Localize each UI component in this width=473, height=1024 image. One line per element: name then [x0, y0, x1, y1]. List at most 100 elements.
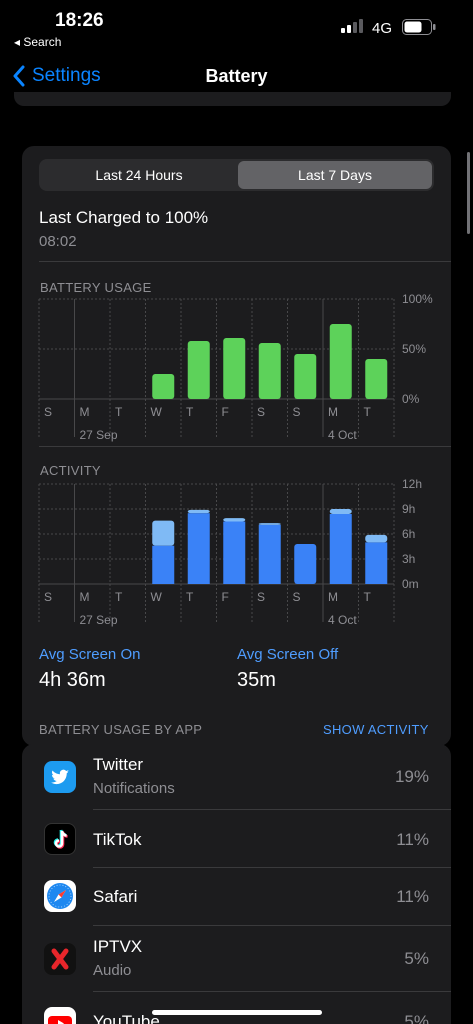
- app-percentage: 5%: [404, 949, 429, 968]
- x-tick-label: S: [44, 590, 52, 604]
- page-title: Battery: [205, 66, 268, 86]
- battery-icon: [402, 19, 436, 35]
- app-percentage: 11%: [396, 830, 429, 849]
- chart-bar: [329, 324, 352, 399]
- x-tick-label: T: [186, 405, 194, 419]
- chart-bar: [223, 518, 246, 522]
- status-time: 18:26: [55, 10, 104, 31]
- x-tick-label: M: [80, 405, 90, 419]
- x-tick-label: W: [151, 590, 163, 604]
- y-tick-label: 50%: [402, 342, 426, 356]
- app-row-youtube[interactable]: YouTube 5%: [22, 992, 451, 1024]
- chart-bar: [258, 523, 281, 525]
- y-tick-label: 100%: [402, 294, 433, 306]
- back-to-app-link[interactable]: ◂ Search: [14, 35, 61, 49]
- chart-bar: [329, 514, 352, 584]
- chart-bar: [258, 524, 281, 584]
- chart-bar: [187, 341, 210, 399]
- x-tick-label: W: [151, 405, 163, 419]
- x-tick-label: S: [257, 590, 265, 604]
- app-name: TikTok: [93, 830, 142, 849]
- y-tick-label: 9h: [402, 502, 415, 516]
- app-row-iptvx[interactable]: IPTVX Audio 5%: [22, 926, 451, 992]
- avg-screen-on-label: Avg Screen On: [39, 646, 141, 663]
- chart-bar: [223, 521, 246, 584]
- y-tick-label: 3h: [402, 552, 415, 566]
- chart-bar: [187, 509, 210, 514]
- x-tick-label: M: [80, 590, 90, 604]
- app-subtitle: Audio: [93, 962, 132, 979]
- x-tick-label: S: [44, 405, 52, 419]
- date-label: 27 Sep: [80, 613, 118, 627]
- chart-bar: [258, 343, 281, 399]
- app-usage-list: Twitter Notifications 19% TikTok 11% Saf…: [22, 744, 451, 1024]
- y-tick-label: 6h: [402, 527, 415, 541]
- x-tick-label: S: [293, 405, 301, 419]
- tiktok-icon: [44, 823, 76, 855]
- last-charged-title: Last Charged to 100%: [39, 208, 209, 227]
- usage-by-app-header: BATTERY USAGE BY APP: [39, 722, 203, 737]
- cellular-signal-icon: [341, 19, 363, 33]
- x-tick-label: T: [115, 590, 123, 604]
- home-indicator[interactable]: [152, 1010, 322, 1015]
- tab-last-7-days[interactable]: Last 7 Days: [238, 161, 432, 189]
- y-tick-label: 0%: [402, 392, 420, 406]
- chart-bar: [365, 542, 388, 584]
- date-label: 27 Sep: [80, 428, 118, 442]
- avg-screen-on-value: 4h 36m: [39, 669, 106, 691]
- tab-last-24-hours[interactable]: Last 24 Hours: [41, 161, 237, 189]
- twitter-icon: [44, 761, 76, 793]
- app-row-twitter[interactable]: Twitter Notifications 19%: [22, 744, 451, 810]
- x-tick-label: M: [328, 405, 338, 419]
- x-tick-label: T: [364, 405, 372, 419]
- last-charged-time: 08:02: [39, 233, 77, 250]
- status-bar: 18:26 ◂ Search 4G: [0, 0, 473, 56]
- app-row-safari[interactable]: Safari 11%: [22, 868, 451, 934]
- y-tick-label: 12h: [402, 477, 422, 491]
- app-row-tiktok[interactable]: TikTok 11%: [22, 810, 451, 876]
- date-label: 4 Oct: [328, 428, 357, 442]
- chart-bar: [152, 374, 175, 399]
- app-percentage: 5%: [404, 1012, 429, 1024]
- app-percentage: 19%: [394, 767, 429, 786]
- previous-section-card: [14, 92, 451, 106]
- app-subtitle: Notifications: [93, 780, 175, 797]
- chart-bar: [152, 520, 175, 546]
- divider: [39, 261, 451, 262]
- app-name: IPTVX: [93, 937, 143, 956]
- youtube-icon: [44, 1007, 76, 1024]
- app-name: YouTube: [93, 1012, 160, 1024]
- iptvx-icon: [44, 943, 76, 975]
- date-label: 4 Oct: [328, 613, 357, 627]
- show-activity-button[interactable]: SHOW ACTIVITY: [323, 722, 429, 737]
- battery-chart-card: Last 24 Hours Last 7 Days Last Charged t…: [22, 146, 451, 746]
- chart-bar: [294, 544, 317, 584]
- x-tick-label: S: [257, 405, 265, 419]
- chart-bar: [329, 509, 352, 514]
- x-tick-label: T: [115, 405, 123, 419]
- app-name: Safari: [93, 887, 138, 906]
- chart-bar: [223, 338, 246, 399]
- period-segmented-control: Last 24 Hours Last 7 Days: [39, 159, 434, 191]
- chart-bar: [294, 354, 317, 399]
- x-tick-label: F: [222, 405, 229, 419]
- x-tick-label: M: [328, 590, 338, 604]
- chart-bar: [365, 534, 388, 543]
- battery-usage-chart: 100% 50% 0% S M T W T F S S M T 27 Sep 4 Oct: [38, 294, 433, 442]
- app-percentage: 11%: [396, 887, 429, 906]
- safari-icon: [44, 880, 76, 912]
- chart-bar: [365, 359, 388, 399]
- y-tick-label: 0m: [402, 577, 419, 591]
- avg-screen-off-value: 35m: [237, 669, 276, 691]
- activity-chart: 12h 9h 6h 3h 0m S M T W T F S S M T 27 Sep 4 Oct: [38, 477, 422, 627]
- network-type: 4G: [372, 20, 393, 37]
- app-name: Twitter: [93, 755, 144, 774]
- battery-usage-label: BATTERY USAGE: [40, 280, 152, 295]
- divider: [39, 446, 451, 447]
- x-tick-label: F: [222, 590, 229, 604]
- chart-bar: [187, 513, 210, 584]
- x-tick-label: S: [293, 590, 301, 604]
- chart-bar: [152, 545, 175, 584]
- x-tick-label: T: [186, 590, 194, 604]
- avg-screen-off-label: Avg Screen Off: [237, 646, 339, 663]
